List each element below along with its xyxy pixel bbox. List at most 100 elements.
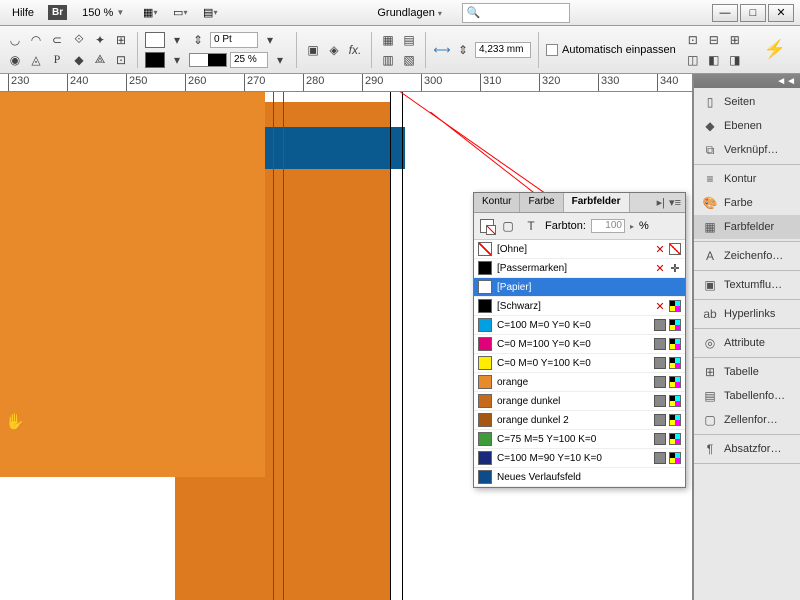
panel-attributes[interactable]: ◎Attribute [694,331,800,355]
opacity-input[interactable]: 25 % [230,52,268,68]
panel-table[interactable]: ⊞Tabelle [694,360,800,384]
horizontal-ruler[interactable]: 230240250260270280290300310320330340 [0,74,692,92]
tool-icon[interactable]: ◆ [70,51,88,69]
tab-color[interactable]: Farbe [520,193,563,212]
fill-swatch[interactable] [145,32,165,48]
panel-cellstyles[interactable]: ▢Zellenfor… [694,408,800,432]
guide-vertical[interactable] [273,92,274,600]
swatches-panel[interactable]: Kontur Farbe Farbfelder ▸| ▾≡ ▢ T Farbto… [473,192,686,488]
shape-rect[interactable] [265,127,405,169]
guide-vertical[interactable] [283,92,284,600]
tool-icon[interactable]: ⊞ [112,31,130,49]
swatch-row[interactable]: orange [474,373,685,392]
fx-icon[interactable]: fx. [346,41,364,59]
dimension-icon[interactable]: ⟷ [433,41,451,59]
expand-icon[interactable]: ▸| [657,196,665,209]
stepper-icon[interactable]: ⇕ [189,31,207,49]
tool-icon[interactable]: ✦ [91,31,109,49]
sidebar-collapse[interactable]: ◄◄ [694,74,800,88]
fit-icon[interactable]: ◨ [726,51,744,69]
tab-swatches[interactable]: Farbfelder [564,193,630,212]
chevron-down-icon[interactable]: ▾ [168,51,186,69]
workspace-select[interactable]: Grundlagen ▾ [371,5,448,21]
chevron-down-icon[interactable]: ▾ [261,31,279,49]
tab-stroke[interactable]: Kontur [474,193,520,212]
swatch-row[interactable]: C=100 M=0 Y=0 K=0 [474,316,685,335]
swatch-row[interactable]: orange dunkel [474,392,685,411]
fit-icon[interactable]: ⊡ [684,31,702,49]
panel-menu-icon[interactable]: ▾≡ [669,196,681,209]
swatch-row[interactable]: [Schwarz]✕ [474,297,685,316]
minimize-button[interactable]: — [712,4,738,22]
search-icon: 🔍 [467,6,481,19]
fit-icon[interactable]: ⊞ [726,31,744,49]
help-menu[interactable]: Hilfe [6,5,40,21]
panel-pages[interactable]: ▯Seiten [694,90,800,114]
stepper-icon[interactable]: ⇕ [454,41,472,59]
tool-icon[interactable]: ⊡ [112,51,130,69]
textwrap-icon[interactable]: ▤ [400,31,418,49]
panel-swatches[interactable]: ▦Farbfelder [694,215,800,239]
opacity-slider[interactable] [189,53,227,67]
panel-color[interactable]: 🎨Farbe [694,191,800,215]
arrange-icon[interactable]: ▤▾ [199,2,221,24]
swatch-row[interactable]: C=75 M=5 Y=100 K=0 [474,430,685,449]
tool-icon[interactable]: ⟐ [70,31,88,49]
tool-icon[interactable]: ⊂ [48,31,66,49]
textwrap-icon[interactable]: ▥ [379,51,397,69]
fill-stroke-toggle[interactable] [480,219,494,233]
close-button[interactable]: ✕ [768,4,794,22]
textwrap-icon[interactable]: ▦ [379,31,397,49]
tint-input[interactable]: 100 [591,219,625,233]
panel-stroke[interactable]: ≡Kontur [694,167,800,191]
tool-icon[interactable]: ◉ [6,51,24,69]
chevron-right-icon[interactable]: ▸ [630,222,634,231]
panel-hyperlinks[interactable]: abHyperlinks [694,302,800,326]
width-input[interactable]: 4,233 mm [475,42,531,58]
swatch-row[interactable]: [Passermarken]✕✛ [474,259,685,278]
effects-icon[interactable]: ▣ [304,41,322,59]
formatting-container-icon[interactable]: ▢ [499,217,517,235]
fit-icon[interactable]: ◧ [705,51,723,69]
shape-rect[interactable] [0,92,265,477]
screen-mode-icon[interactable]: ▭▾ [169,2,191,24]
fit-icon[interactable]: ◫ [684,51,702,69]
panel-links[interactable]: ⧉Verknüpf… [694,138,800,162]
effects-icon[interactable]: ◈ [325,41,343,59]
chevron-down-icon[interactable]: ▾ [168,31,186,49]
formatting-text-icon[interactable]: T [522,217,540,235]
tool-icon[interactable]: ⟁ [91,51,109,69]
swatch-name: C=75 M=5 Y=100 K=0 [497,434,649,445]
guide-vertical[interactable] [402,92,403,600]
autofit-checkbox[interactable]: Automatisch einpassen [546,44,676,56]
panel-charstyles[interactable]: AZeichenfo… [694,244,800,268]
maximize-button[interactable]: □ [740,4,766,22]
panel-layers[interactable]: ◆Ebenen [694,114,800,138]
bridge-badge[interactable]: Br [48,5,67,20]
view-options-icon[interactable]: ▦▾ [139,2,161,24]
fit-icon[interactable]: ⊟ [705,31,723,49]
panel-parastyles[interactable]: ¶Absatzfor… [694,437,800,461]
panel-textwrap[interactable]: ▣Textumflu… [694,273,800,297]
swatch-row[interactable]: [Papier] [474,278,685,297]
tool-icon[interactable]: P [48,51,66,69]
swatch-row[interactable]: [Ohne]✕ [474,240,685,259]
tool-icon[interactable]: ◡ [6,31,24,49]
stroke-weight-input[interactable]: 0 Pt [210,32,258,48]
panel-tablestyles[interactable]: ▤Tabellenfo… [694,384,800,408]
swatch-row[interactable]: C=100 M=90 Y=10 K=0 [474,449,685,468]
search-input[interactable]: 🔍 [462,3,570,23]
zoom-select[interactable]: 150 % ▼ [75,4,131,22]
lightning-icon[interactable]: ⚡ [764,39,794,60]
swatch-row[interactable]: Neues Verlaufsfeld [474,468,685,487]
swatch-row[interactable]: orange dunkel 2 [474,411,685,430]
swatch-row[interactable]: C=0 M=0 Y=100 K=0 [474,354,685,373]
guide-vertical[interactable] [390,92,391,600]
swatch-list[interactable]: [Ohne]✕[Passermarken]✕✛[Papier][Schwarz]… [474,240,685,487]
tool-icon[interactable]: ◬ [27,51,45,69]
swatch-row[interactable]: C=0 M=100 Y=0 K=0 [474,335,685,354]
tool-icon[interactable]: ◠ [27,31,45,49]
stroke-swatch[interactable] [145,52,165,68]
chevron-down-icon[interactable]: ▾ [271,51,289,69]
textwrap-icon[interactable]: ▧ [400,51,418,69]
